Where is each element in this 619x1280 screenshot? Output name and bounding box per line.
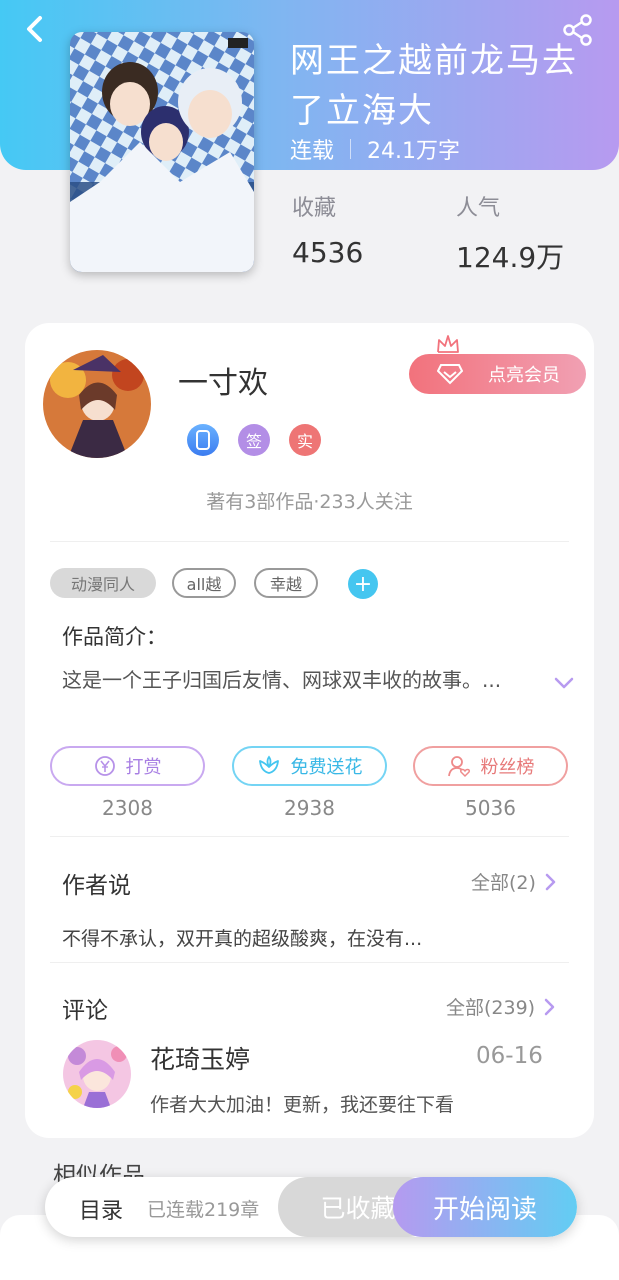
chevron-right-icon xyxy=(545,873,556,890)
intro-heading: 作品简介： xyxy=(62,625,167,649)
popularity-stat: 人气 124.9万 xyxy=(456,190,564,276)
diamond-icon xyxy=(437,364,463,385)
bottom-action-bar: 目录 已连载219章 已收藏 开始阅读 xyxy=(45,1177,577,1237)
chevron-down-icon[interactable] xyxy=(553,676,575,690)
commenter-avatar[interactable] xyxy=(63,1040,131,1108)
tag-item[interactable]: all越 xyxy=(172,568,236,598)
comments-more-label: 全部(239) xyxy=(446,997,536,1019)
divider xyxy=(50,962,569,963)
signed-badge: 签 xyxy=(238,424,270,456)
fans-ranking-button[interactable]: 粉丝榜 xyxy=(413,746,568,786)
favorites-value: 4536 xyxy=(292,236,364,269)
crown-icon xyxy=(437,335,459,353)
comment-text[interactable]: 作者大大加油！更新，我还要往下看 xyxy=(150,1090,454,1117)
tag-item[interactable]: 动漫同人 xyxy=(50,568,156,598)
phone-badge-icon xyxy=(187,424,219,456)
popularity-value: 124.9万 xyxy=(456,241,565,274)
book-status: 连载 xyxy=(290,139,335,164)
tip-count: 2308 xyxy=(102,796,153,820)
flower-icon xyxy=(258,755,279,774)
book-meta: 连载 24.1万字 xyxy=(290,133,460,165)
book-title: 网王之越前龙马去了立海大 xyxy=(290,41,578,131)
send-flower-button[interactable]: 免费送花 xyxy=(232,746,387,786)
commenter-name[interactable]: 花琦玉婷 xyxy=(150,1040,250,1076)
fans-count: 5036 xyxy=(465,796,516,820)
back-arrow-icon[interactable] xyxy=(18,12,52,46)
fans-person-icon xyxy=(447,756,470,778)
author-name[interactable]: 一寸欢 xyxy=(178,358,268,402)
vip-button-label: 点亮会员 xyxy=(488,365,560,386)
author-summary: 著有3部作品·233人关注 xyxy=(206,491,413,513)
book-cover[interactable] xyxy=(70,32,254,272)
toc-button[interactable]: 目录 xyxy=(79,1193,123,1225)
author-avatar[interactable] xyxy=(43,350,151,458)
comments-heading: 评论 xyxy=(62,998,108,1024)
author-says-heading: 作者说 xyxy=(62,873,131,899)
popularity-label: 人气 xyxy=(456,196,501,221)
chapter-count[interactable]: 已连载219章 xyxy=(147,1195,259,1222)
comment-date: 06-16 xyxy=(476,1043,543,1069)
fans-ranking-label: 粉丝榜 xyxy=(480,757,535,778)
divider xyxy=(50,541,569,542)
favorites-label: 收藏 xyxy=(292,196,337,221)
chevron-right-icon xyxy=(544,998,555,1015)
start-reading-button[interactable]: 开始阅读 xyxy=(393,1177,577,1237)
intro-text[interactable]: 这是一个王子归国后友情、网球双丰收的故事。... xyxy=(62,664,522,696)
vip-button[interactable]: 点亮会员 xyxy=(409,354,586,394)
tip-button[interactable]: 打赏 xyxy=(50,746,205,786)
flower-count: 2938 xyxy=(284,796,335,820)
comments-more[interactable]: 全部(239) xyxy=(446,993,555,1020)
author-says-text[interactable]: 不得不承认，双开真的超级酸爽，在没有... xyxy=(62,924,422,951)
tip-label: 打赏 xyxy=(125,757,162,778)
favorites-stat: 收藏 4536 xyxy=(292,190,363,269)
verified-badge: 实 xyxy=(289,424,321,456)
meta-divider xyxy=(350,139,352,159)
word-count: 24.1万字 xyxy=(367,139,461,164)
divider xyxy=(50,836,569,837)
tag-item[interactable]: 幸越 xyxy=(254,568,318,598)
send-flower-label: 免费送花 xyxy=(290,757,363,778)
author-says-more[interactable]: 全部(2) xyxy=(471,868,556,895)
yen-coin-icon xyxy=(94,756,115,776)
add-tag-button[interactable]: + xyxy=(348,569,378,599)
author-says-more-label: 全部(2) xyxy=(471,872,536,894)
